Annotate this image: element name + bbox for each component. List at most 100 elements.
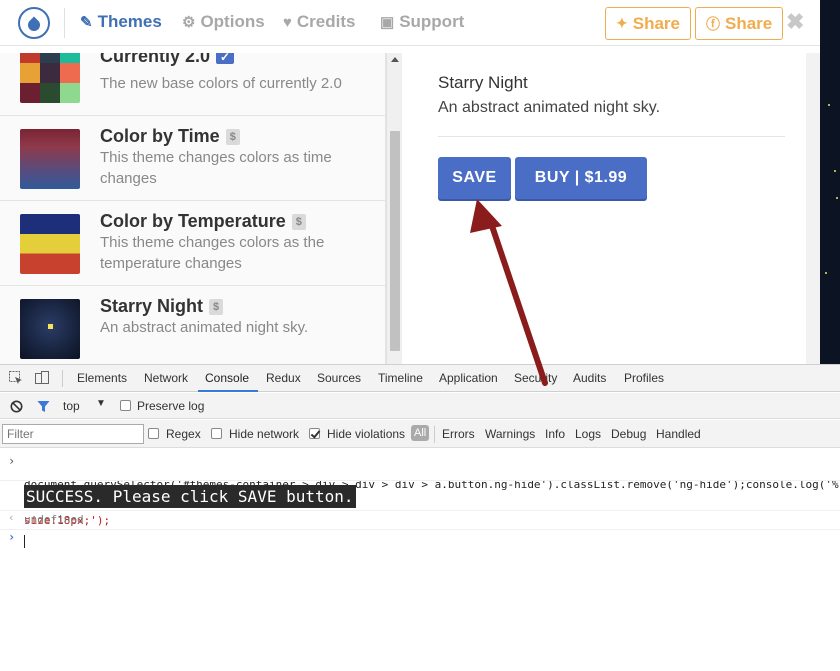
- theme-description: This theme changes colors as the tempera…: [100, 234, 325, 272]
- devtools-tab-security[interactable]: Security: [514, 371, 557, 385]
- detail-gutter: [806, 53, 820, 364]
- star: [48, 324, 53, 329]
- prompt-icon: ›: [8, 530, 16, 544]
- nav-tab-options-label: Options: [200, 12, 265, 31]
- theme-item-color-by-temperature[interactable]: Color by Temperature $ This theme change…: [0, 201, 385, 286]
- console-input-caret[interactable]: [24, 535, 25, 548]
- detail-description: An abstract animated night sky.: [438, 99, 661, 116]
- level-all-button[interactable]: All: [411, 425, 430, 441]
- nav-tab-options[interactable]: ⚙ Options: [182, 12, 265, 32]
- twitter-icon: ✦: [616, 15, 628, 31]
- theme-item-starry-night[interactable]: Starry Night $ An abstract animated nigh…: [0, 286, 385, 364]
- theme-swatch: [20, 214, 80, 274]
- twitter-share-label: Share: [632, 13, 680, 33]
- close-icon[interactable]: ✖: [786, 9, 804, 35]
- price-badge: $: [225, 128, 240, 145]
- theme-item-color-by-time[interactable]: Color by Time $ This theme changes color…: [0, 116, 385, 201]
- context-selector[interactable]: top: [63, 399, 80, 413]
- input-prompt-icon: ›: [8, 454, 16, 468]
- price-badge: $: [291, 213, 306, 230]
- regex-label: Regex: [166, 427, 201, 441]
- filter-icon[interactable]: [37, 400, 50, 413]
- nav-divider: [64, 8, 65, 38]
- clear-console-icon[interactable]: [10, 400, 23, 413]
- device-toolbar-icon[interactable]: [34, 370, 50, 386]
- support-icon: ▣: [380, 14, 395, 31]
- devtools-tab-redux[interactable]: Redux: [266, 371, 301, 385]
- theme-item-currently[interactable]: Currently 2.0 ✓ The new base colors of c…: [0, 53, 385, 116]
- star: [834, 170, 836, 172]
- level-errors-button[interactable]: Errors: [442, 427, 475, 441]
- hide-network-checkbox[interactable]: [211, 428, 222, 439]
- brush-icon: ✎: [80, 14, 93, 31]
- inspect-element-icon[interactable]: [8, 370, 24, 386]
- devtools-tab-application[interactable]: Application: [439, 371, 498, 385]
- scroll-up-arrow-icon[interactable]: [391, 57, 399, 62]
- hide-network-label: Hide network: [229, 427, 300, 441]
- nav-tab-credits[interactable]: ♥ Credits: [283, 12, 355, 32]
- row-divider: [0, 510, 840, 511]
- theme-swatch: [20, 299, 80, 359]
- star: [828, 104, 830, 106]
- nav-tab-support[interactable]: ▣ Support: [380, 12, 464, 32]
- regex-checkbox[interactable]: [148, 428, 159, 439]
- level-logs-button[interactable]: Logs: [575, 427, 601, 441]
- twitter-share-button[interactable]: ✦ Share: [605, 7, 691, 40]
- starry-background: [820, 0, 840, 364]
- console-command-line: size:18px;');: [24, 514, 111, 527]
- top-navigation: ✎ Themes ⚙ Options ♥ Credits ▣ Support ✦…: [0, 0, 820, 46]
- theme-description: The new base colors of currently 2.0: [100, 75, 342, 92]
- price-badge: $: [209, 298, 224, 315]
- theme-description: This theme changes colors as time change…: [100, 149, 332, 187]
- theme-name-label: Color by Temperature: [100, 211, 286, 231]
- level-info-button[interactable]: Info: [545, 427, 565, 441]
- theme-name: Color by Temperature $: [100, 211, 306, 232]
- theme-name-label: Currently 2.0: [100, 53, 211, 66]
- devtools-tab-audits[interactable]: Audits: [573, 371, 606, 385]
- console-filter-bar: Regex Hide network Hide violations All E…: [0, 420, 840, 448]
- detail-title: Starry Night: [438, 73, 528, 92]
- theme-name: Currently 2.0 ✓: [100, 53, 235, 67]
- level-debug-button[interactable]: Debug: [611, 427, 646, 441]
- app-window: ✎ Themes ⚙ Options ♥ Credits ▣ Support ✦…: [0, 0, 840, 671]
- toolbar-divider: [62, 370, 63, 387]
- facebook-share-label: Share: [725, 13, 773, 33]
- facebook-icon: ⓕ: [706, 15, 720, 32]
- scroll-thumb[interactable]: [390, 131, 400, 351]
- level-handled-button[interactable]: Handled: [656, 427, 701, 441]
- buy-button[interactable]: BUY | $1.99: [515, 157, 647, 199]
- logo[interactable]: [18, 7, 50, 39]
- save-button[interactable]: SAVE: [438, 157, 511, 199]
- divider: [438, 136, 785, 137]
- theme-name-label: Color by Time: [100, 126, 220, 146]
- devtools-panel: Elements Network Console Redux Sources T…: [0, 364, 840, 671]
- console-filter-input[interactable]: [2, 424, 144, 444]
- facebook-share-button[interactable]: ⓕ Share: [695, 7, 784, 40]
- preserve-log-checkbox[interactable]: [120, 400, 131, 411]
- preserve-log-label: Preserve log: [137, 399, 205, 413]
- toolbar-divider: [434, 426, 435, 443]
- theme-name-label: Starry Night: [100, 296, 204, 316]
- theme-list: Currently 2.0 ✓ The new base colors of c…: [0, 53, 386, 364]
- devtools-tab-profiles[interactable]: Profiles: [624, 371, 664, 385]
- gear-icon: ⚙: [182, 14, 196, 31]
- devtools-tab-timeline[interactable]: Timeline: [378, 371, 423, 385]
- devtools-tab-console[interactable]: Console: [205, 371, 249, 385]
- level-warnings-button[interactable]: Warnings: [485, 427, 535, 441]
- row-divider: [0, 529, 840, 530]
- devtools-tab-network[interactable]: Network: [144, 371, 188, 385]
- theme-name: Starry Night $: [100, 296, 224, 317]
- devtools-tab-sources[interactable]: Sources: [317, 371, 361, 385]
- theme-list-scrollbar[interactable]: [386, 53, 402, 364]
- check-icon: ✓: [216, 53, 235, 64]
- theme-swatch: [20, 53, 80, 103]
- chevron-down-icon[interactable]: ▼: [96, 398, 106, 409]
- result-arrow-icon: ‹: [8, 511, 15, 524]
- console-result: undefined: [24, 513, 84, 526]
- nav-tab-themes[interactable]: ✎ Themes: [80, 12, 162, 32]
- hide-violations-checkbox[interactable]: [309, 428, 320, 439]
- console-success-message: SUCCESS. Please click SAVE button.: [24, 485, 356, 508]
- active-tab-indicator: [198, 390, 258, 392]
- theme-detail-panel: Starry Night An abstract animated night …: [402, 53, 806, 364]
- devtools-tab-elements[interactable]: Elements: [77, 371, 127, 385]
